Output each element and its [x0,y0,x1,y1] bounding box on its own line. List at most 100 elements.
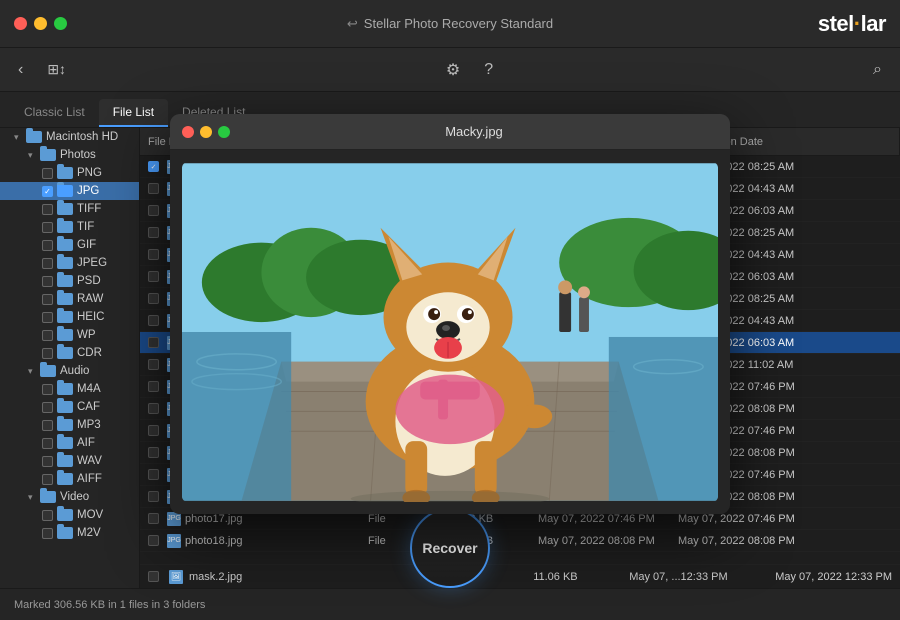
folder-icon [57,203,73,215]
sidebar-item-m2v[interactable]: M2V [0,524,139,542]
sidebar-item-heic[interactable]: HEIC [0,308,139,326]
item-checkbox[interactable] [42,186,53,197]
item-checkbox[interactable] [42,276,53,287]
item-checkbox[interactable] [42,330,53,341]
file-cell-name: JPG photo18.jpg [140,534,360,548]
item-checkbox[interactable] [42,168,53,179]
sidebar-item-label: WP [77,329,96,341]
sidebar-item-label: AIF [77,437,95,449]
item-checkbox[interactable] [42,312,53,323]
item-checkbox[interactable] [42,438,53,449]
item-checkbox[interactable] [42,258,53,269]
item-checkbox[interactable] [42,294,53,305]
sidebar-item-label: JPG [77,185,99,197]
file-row-checkbox[interactable] [148,227,159,238]
sidebar-item-jpg[interactable]: JPG [0,182,139,200]
file-row-checkbox[interactable] [148,205,159,216]
sidebar-item-wp[interactable]: WP [0,326,139,344]
file-row-checkbox[interactable] [148,469,159,480]
sidebar-item-jpeg[interactable]: JPEG [0,254,139,272]
file-row-checkbox[interactable] [148,491,159,502]
sidebar-item-mov[interactable]: MOV [0,506,139,524]
recover-button[interactable]: Recover [410,508,490,588]
sidebar-item-label: PNG [77,167,102,179]
sidebar-item-m4a[interactable]: M4A [0,380,139,398]
item-checkbox[interactable] [42,456,53,467]
sidebar-item-aif[interactable]: AIF [0,434,139,452]
bottom-file-checkbox[interactable] [148,571,159,582]
sidebar-item-label: Photos [60,149,96,161]
file-row-checkbox[interactable] [148,183,159,194]
file-row-checkbox[interactable] [148,425,159,436]
status-bar: Marked 306.56 KB in 1 files in 3 folders [0,588,900,620]
status-text: Marked 306.56 KB in 1 files in 3 folders [14,599,205,611]
item-checkbox[interactable] [42,222,53,233]
maximize-button[interactable] [54,17,67,30]
file-row-checkbox[interactable] [148,161,159,172]
tab-classic-list[interactable]: Classic List [10,99,99,127]
item-checkbox[interactable] [42,420,53,431]
sidebar-item-label: Video [60,491,89,503]
sidebar-item-caf[interactable]: CAF [0,398,139,416]
sidebar-item-audio[interactable]: ▾ Audio [0,362,139,380]
item-checkbox[interactable] [42,402,53,413]
file-row-checkbox[interactable] [148,381,159,392]
settings-button[interactable]: ⚙ [438,56,468,84]
sidebar-item-tiff[interactable]: TIFF [0,200,139,218]
sidebar-item-photos[interactable]: ▾ Photos [0,146,139,164]
modal-traffic-lights [182,126,230,138]
modal-minimize-button[interactable] [200,126,212,138]
expand-arrow: ▾ [28,366,38,377]
file-row-checkbox[interactable] [148,447,159,458]
sidebar-item-wav[interactable]: WAV [0,452,139,470]
sidebar-item-cdr[interactable]: CDR [0,344,139,362]
tab-file-list[interactable]: File List [99,99,168,127]
sidebar-item-tif[interactable]: TIF [0,218,139,236]
sidebar-item-label: GIF [77,239,96,251]
item-checkbox[interactable] [42,474,53,485]
folder-icon [57,221,73,233]
file-row-checkbox[interactable] [148,403,159,414]
grid-view-button[interactable]: ⊞↕ [39,57,74,82]
folder-icon [57,527,73,539]
file-row-checkbox[interactable] [148,337,159,348]
file-row-checkbox[interactable] [148,271,159,282]
back-button[interactable]: ‹ [10,57,31,83]
sidebar-item-raw[interactable]: RAW [0,290,139,308]
folder-icon [57,275,73,287]
item-checkbox[interactable] [42,204,53,215]
file-row-checkbox[interactable] [148,249,159,260]
modal-close-button[interactable] [182,126,194,138]
file-row-checkbox[interactable] [148,359,159,370]
sidebar-item-label: CDR [77,347,102,359]
table-row[interactable]: JPG photo18.jpg File 445.1 KB May 07, 20… [140,530,900,552]
minimize-button[interactable] [34,17,47,30]
file-row-checkbox[interactable] [148,513,159,524]
sidebar-item-png[interactable]: PNG [0,164,139,182]
expand-arrow: ▾ [28,492,38,503]
modal-maximize-button[interactable] [218,126,230,138]
file-row-checkbox[interactable] [148,293,159,304]
item-checkbox[interactable] [42,528,53,539]
folder-icon [57,419,73,431]
item-checkbox[interactable] [42,348,53,359]
folder-icon [57,167,73,179]
sidebar-item-aiff[interactable]: AIFF [0,470,139,488]
sidebar-item-mp3[interactable]: MP3 [0,416,139,434]
folder-icon [57,311,73,323]
file-row-checkbox[interactable] [148,315,159,326]
item-checkbox[interactable] [42,384,53,395]
file-row-checkbox[interactable] [148,535,159,546]
bottom-file-name: mask.2.jpg [189,571,242,583]
search-button[interactable]: ⌕ [865,57,890,83]
sidebar-item-gif[interactable]: GIF [0,236,139,254]
close-button[interactable] [14,17,27,30]
sidebar-item-label: MP3 [77,419,101,431]
help-button[interactable]: ? [476,57,501,83]
sidebar-item-psd[interactable]: PSD [0,272,139,290]
sidebar-item-video[interactable]: ▾ Video [0,488,139,506]
item-checkbox[interactable] [42,510,53,521]
sidebar-item-label: HEIC [77,311,104,323]
item-checkbox[interactable] [42,240,53,251]
sidebar-item-macintosh-hd[interactable]: ▾ Macintosh HD [0,128,139,146]
